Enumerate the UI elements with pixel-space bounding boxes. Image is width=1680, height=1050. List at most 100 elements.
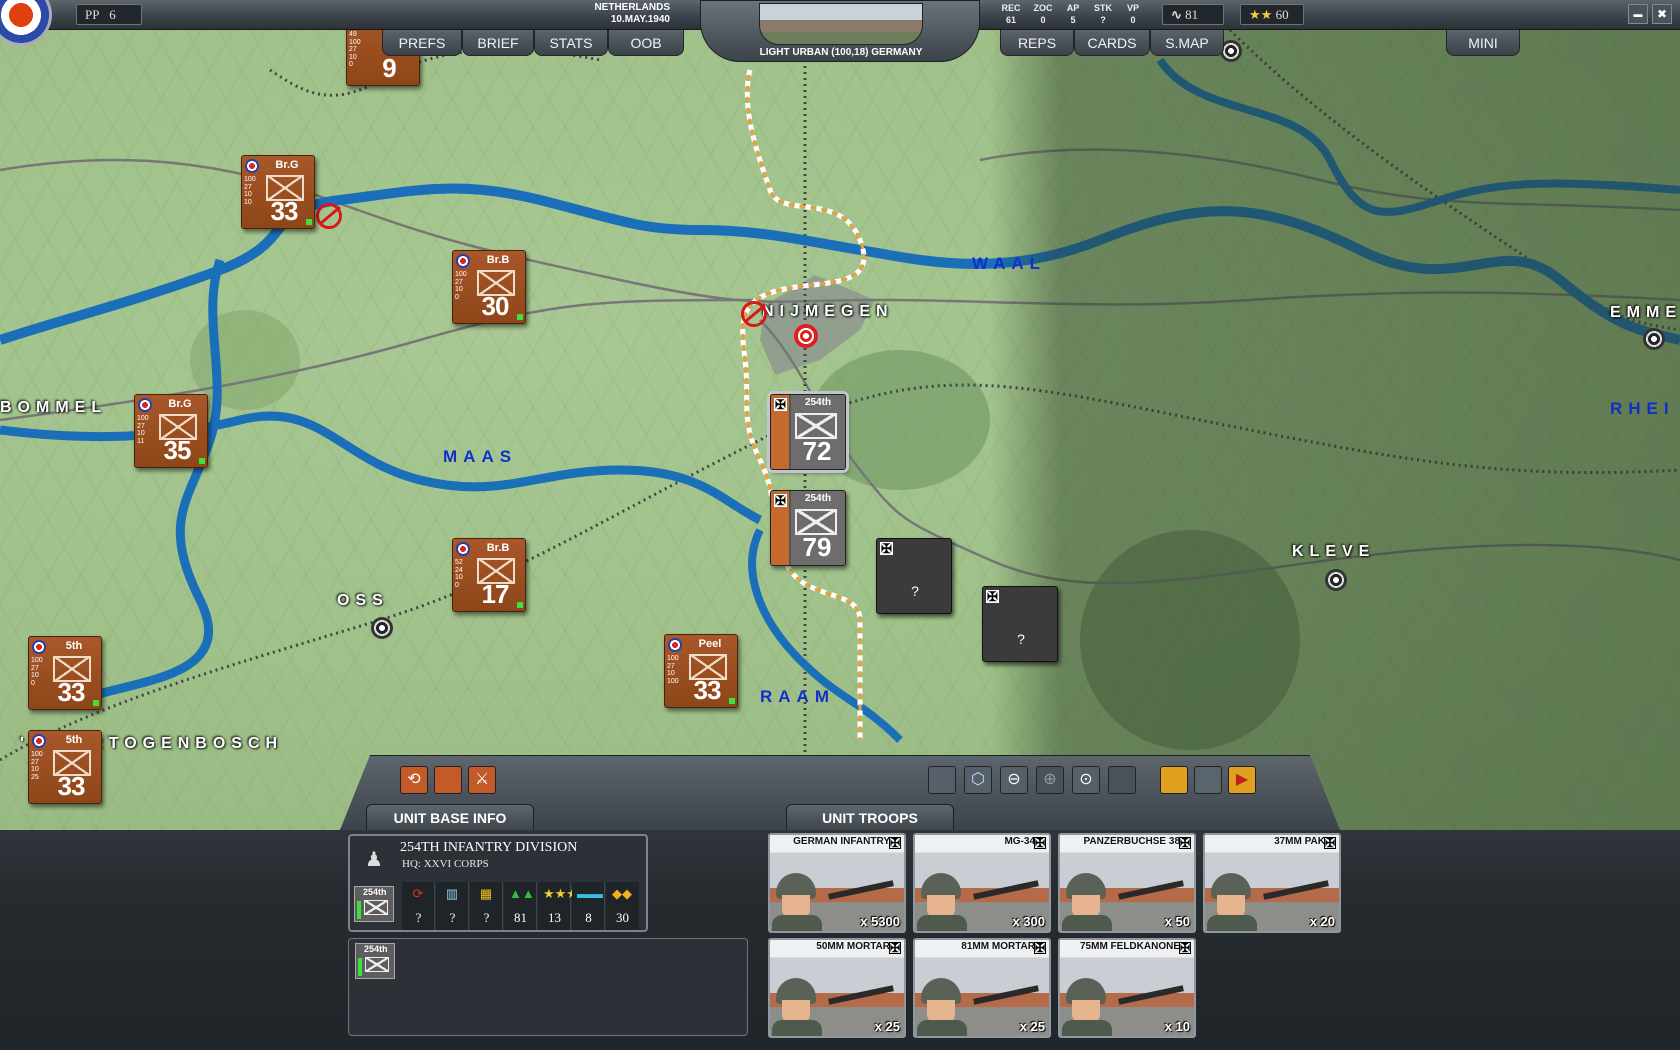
stat-stk: STK? — [1094, 3, 1112, 25]
allied-unit-counter[interactable]: Br.B 100 27 10 0 30 — [452, 250, 526, 324]
rifle-icon — [828, 880, 894, 900]
tab-stats[interactable]: STATS — [534, 30, 608, 56]
terrain-info-badge: LIGHT URBAN (100,18) GERMANY — [700, 0, 980, 62]
iron-cross-icon: ✠ — [774, 493, 787, 508]
minimize-button[interactable]: ▬ — [1628, 4, 1648, 24]
attack-icon[interactable]: ⚔ — [468, 766, 496, 794]
supply-indicator — [517, 314, 523, 320]
field-gun-icon — [1118, 985, 1184, 1005]
tab-unit-base-info[interactable]: UNIT BASE INFO — [366, 804, 534, 830]
hidden-unit-counter[interactable]: ✠ ? — [876, 538, 952, 614]
unit-hq: HQ: XXVI CORPS — [402, 858, 489, 870]
experience-icon: ★★★ — [543, 886, 578, 901]
stat-morale: ▲▲▲ 81 — [504, 882, 548, 930]
strength-bar — [357, 901, 361, 919]
allied-unit-counter[interactable]: 5th 100 27 10 25 33 — [28, 730, 102, 804]
unit-mini-counter: 254th — [354, 886, 394, 922]
unit-name: 254th — [804, 397, 832, 408]
iron-cross-icon: ✠ — [1034, 941, 1046, 955]
city-label-emme: EMME — [1610, 304, 1680, 321]
iron-cross-icon: ✠ — [1324, 836, 1336, 850]
close-button[interactable]: ✖ — [1652, 4, 1672, 24]
city-label-oss: OSS — [337, 592, 389, 609]
hidden-unit-counter[interactable]: ✠ ? — [982, 586, 1058, 662]
tab-prefs[interactable]: PREFS — [382, 30, 462, 56]
artillery-icon[interactable] — [434, 766, 462, 794]
troop-card-75mm-feldkanone[interactable]: 75MM FELDKANONE ✠ x 10 — [1058, 938, 1196, 1038]
tab-cards[interactable]: CARDS — [1074, 30, 1150, 56]
stars-counter: ★★ 60 — [1240, 4, 1304, 25]
troop-card-37mm-pak[interactable]: 37MM PAK ✠ x 20 — [1203, 833, 1341, 933]
tab-reps[interactable]: REPS — [1000, 30, 1074, 56]
allied-unit-counter[interactable]: Br.G 100 27 10 11 35 — [134, 394, 208, 468]
entrench-icon: ▥ — [445, 886, 459, 901]
river-label-raam: RAAM — [760, 687, 835, 706]
german-unit-counter[interactable]: ✠ 254th 79 — [770, 490, 846, 566]
city-label-bommel: BOMMEL — [0, 399, 108, 416]
unit-strength: 17 — [481, 579, 510, 609]
end-turn-icon[interactable]: ▶ — [1228, 766, 1256, 794]
unknown-marker: ? — [911, 583, 919, 599]
allied-roundel-icon — [138, 398, 152, 412]
unit-strength: 33 — [57, 771, 86, 801]
unit-strength: 72 — [802, 436, 832, 466]
troop-card-mg34[interactable]: MG-34 ✠ x 300 — [913, 833, 1051, 933]
allied-unit-counter[interactable]: 5th 100 27 10 0 33 — [28, 636, 102, 710]
zoom-out-icon[interactable]: ⊖ — [1000, 766, 1028, 794]
tab-brief[interactable]: BRIEF — [462, 30, 534, 56]
unit-base-info-panel: ♟ 254TH INFANTRY DIVISION HQ: XXVI CORPS… — [348, 834, 648, 932]
tab-mini[interactable]: MINI — [1446, 30, 1520, 56]
supply-indicator — [517, 602, 523, 608]
terrain-photo — [759, 3, 923, 45]
unit-strength: 33 — [693, 675, 722, 705]
supply-view-icon[interactable] — [928, 766, 956, 794]
unit-stats: 100 27 10 25 — [31, 751, 43, 781]
troop-card-german-infantry[interactable]: GERMAN INFANTRY ✠ x 5300 — [768, 833, 906, 933]
game-map[interactable]: WAAL MAAS RAAM RHEI NIJMEGEN OSS KLEVE E… — [0, 0, 1680, 830]
allied-roundel-icon — [668, 638, 682, 652]
save-icon[interactable] — [1194, 766, 1222, 794]
unit-name: 254th — [804, 493, 832, 504]
city-marker-emme[interactable] — [1643, 328, 1665, 350]
zoom-reset-icon[interactable]: ⊙ — [1072, 766, 1100, 794]
stat-fuel: ◆◆ 30 — [606, 882, 639, 930]
iron-cross-icon: ✠ — [1034, 836, 1046, 850]
objective-marker-nijmegen[interactable] — [794, 324, 818, 348]
allied-unit-counter[interactable]: Br.B 52 24 10 0 17 — [452, 538, 526, 612]
mortar-icon — [973, 985, 1039, 1005]
unit-strength: 35 — [163, 435, 192, 465]
unit-name: Br.G — [168, 398, 192, 410]
morale-icon: ▲▲▲ — [509, 886, 548, 901]
unit-stats: 52 24 10 0 — [455, 559, 463, 589]
city-marker-oss[interactable] — [371, 617, 393, 639]
allied-roundel-icon — [456, 254, 470, 268]
ammo-icon: ▦ — [479, 886, 493, 901]
supply-indicator — [199, 458, 205, 464]
unit-name: 5th — [65, 734, 83, 746]
troop-card-81mm-mortar[interactable]: 81MM MORTAR ✠ x 25 — [913, 938, 1051, 1038]
cycle-units-icon[interactable]: ⟲ — [400, 766, 428, 794]
tab-unit-troops[interactable]: UNIT TROOPS — [786, 804, 954, 830]
german-unit-counter-selected[interactable]: ✠ 254th 72 — [770, 394, 846, 470]
river-label-maas: MAAS — [443, 447, 518, 466]
unit-strength: 33 — [270, 196, 299, 226]
troop-card-panzerbuchse[interactable]: PANZERBUCHSE 38 ✠ x 50 — [1058, 833, 1196, 933]
allied-unit-counter[interactable]: Peel 100 27 10 100 33 — [664, 634, 738, 708]
tab-oob[interactable]: OOB — [608, 30, 684, 56]
zoom-in-icon[interactable]: ⊕ — [1036, 766, 1064, 794]
city-marker-kleve[interactable] — [1325, 569, 1347, 591]
infantry-symbol-icon — [364, 900, 388, 915]
fuel-icon: ◆◆ — [612, 886, 632, 901]
machine-gun-icon — [973, 880, 1039, 900]
iron-cross-icon: ✠ — [880, 541, 893, 556]
tab-strategic-map[interactable]: S.MAP — [1150, 30, 1224, 56]
hex-grid-icon[interactable]: ⬡ — [964, 766, 992, 794]
allied-unit-counter[interactable]: Br.G 100 27 10 10 33 — [241, 155, 315, 229]
iron-cross-icon: ✠ — [774, 397, 787, 412]
selected-unit-mini-counter[interactable]: 254th — [355, 943, 395, 979]
troop-card-50mm-mortar[interactable]: 50MM MORTAR ✠ x 25 — [768, 938, 906, 1038]
stat-supply: ▦? — [470, 882, 503, 930]
orders-icon[interactable] — [1160, 766, 1188, 794]
trash-icon[interactable] — [1108, 766, 1136, 794]
unit-stats: 100 27 10 10 — [244, 176, 256, 206]
